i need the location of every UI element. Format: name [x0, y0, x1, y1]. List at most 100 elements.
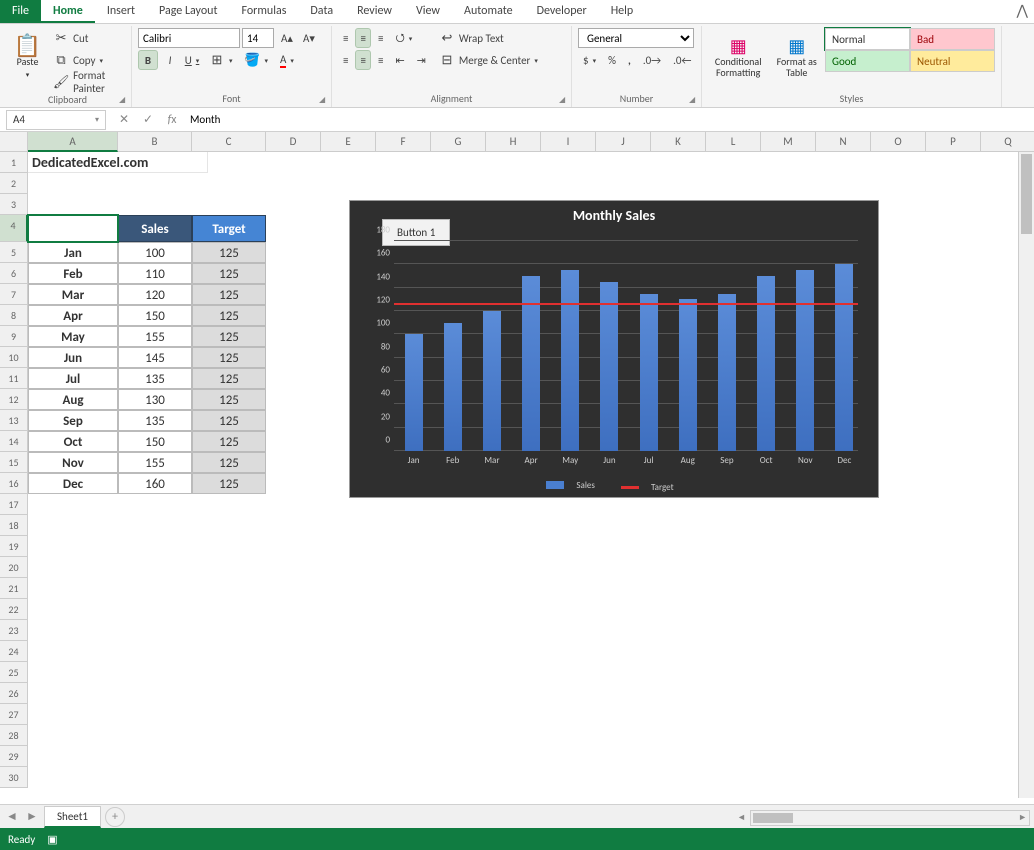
cell-B14[interactable]: 150: [118, 431, 192, 452]
wrap-text-button[interactable]: ↩Wrap Text: [434, 28, 543, 48]
sheet-tab[interactable]: Sheet1: [44, 806, 101, 828]
cell-A11[interactable]: Jul: [28, 368, 118, 389]
target-line[interactable]: [394, 303, 858, 305]
cell-B9[interactable]: 155: [118, 326, 192, 347]
tab-developer[interactable]: Developer: [525, 0, 599, 23]
increase-font-button[interactable]: A▴: [276, 28, 296, 48]
cell-A13[interactable]: Sep: [28, 410, 118, 431]
increase-decimal-button[interactable]: .0→: [638, 50, 666, 70]
copy-button[interactable]: ⧉Copy▾: [48, 50, 125, 70]
style-normal[interactable]: Normal: [825, 28, 910, 50]
cell-C15[interactable]: 125: [192, 452, 266, 473]
cell-C13[interactable]: 125: [192, 410, 266, 431]
row-header-12[interactable]: 12: [0, 389, 28, 410]
cell-B5[interactable]: 100: [118, 242, 192, 263]
cell-B13[interactable]: 135: [118, 410, 192, 431]
conditional-formatting-button[interactable]: ▦ Conditional Formatting: [708, 28, 768, 88]
bar-Feb[interactable]: [444, 323, 462, 451]
row-header-13[interactable]: 13: [0, 410, 28, 431]
row-header-11[interactable]: 11: [0, 368, 28, 389]
col-header-I[interactable]: I: [541, 132, 596, 152]
bar-Sep[interactable]: [718, 294, 736, 452]
cell-B4[interactable]: Sales: [118, 215, 192, 242]
row-header-20[interactable]: 20: [0, 557, 28, 578]
sheet-nav-next[interactable]: ►: [24, 809, 40, 824]
bold-button[interactable]: B: [138, 50, 158, 70]
tab-page-layout[interactable]: Page Layout: [147, 0, 229, 23]
formula-input[interactable]: [184, 110, 1034, 130]
percent-button[interactable]: %: [603, 50, 621, 70]
number-format-select[interactable]: General: [578, 28, 694, 48]
cell-C5[interactable]: 125: [192, 242, 266, 263]
bar-Jul[interactable]: [640, 294, 658, 452]
row-header-4[interactable]: 4: [0, 215, 28, 242]
row-header-29[interactable]: 29: [0, 746, 28, 767]
cell-A10[interactable]: Jun: [28, 347, 118, 368]
font-name-select[interactable]: [138, 28, 240, 48]
row-header-23[interactable]: 23: [0, 620, 28, 641]
cell-A1[interactable]: DedicatedExcel.com: [28, 152, 208, 173]
row-header-26[interactable]: 26: [0, 683, 28, 704]
col-header-P[interactable]: P: [926, 132, 981, 152]
decrease-decimal-button[interactable]: .0←: [668, 50, 696, 70]
row-header-7[interactable]: 7: [0, 284, 28, 305]
row-header-27[interactable]: 27: [0, 704, 28, 725]
style-good[interactable]: Good: [825, 50, 910, 72]
row-header-16[interactable]: 16: [0, 473, 28, 494]
border-button[interactable]: ⊞▾: [204, 50, 238, 70]
bar-Jun[interactable]: [600, 282, 618, 451]
bar-Nov[interactable]: [796, 270, 814, 451]
increase-indent-button[interactable]: ⇥: [412, 50, 431, 70]
col-header-K[interactable]: K: [651, 132, 706, 152]
row-header-1[interactable]: 1: [0, 152, 28, 173]
cell-B10[interactable]: 145: [118, 347, 192, 368]
row-header-30[interactable]: 30: [0, 767, 28, 788]
col-header-Q[interactable]: Q: [981, 132, 1034, 152]
col-header-B[interactable]: B: [118, 132, 192, 152]
formula-cancel-button[interactable]: ✕: [112, 112, 136, 127]
cell-A14[interactable]: Oct: [28, 431, 118, 452]
col-header-F[interactable]: F: [376, 132, 431, 152]
row-header-8[interactable]: 8: [0, 305, 28, 326]
orientation-button[interactable]: ⭯▾: [390, 28, 417, 48]
tab-view[interactable]: View: [404, 0, 452, 23]
align-center-button[interactable]: ≡: [355, 50, 370, 70]
cell-A8[interactable]: Apr: [28, 305, 118, 326]
decrease-font-button[interactable]: A▾: [298, 28, 318, 48]
row-header-28[interactable]: 28: [0, 725, 28, 746]
align-left-button[interactable]: ≡: [338, 50, 353, 70]
number-launcher[interactable]: ◢: [689, 95, 699, 105]
col-header-C[interactable]: C: [192, 132, 266, 152]
cell-B11[interactable]: 135: [118, 368, 192, 389]
cell-C7[interactable]: 125: [192, 284, 266, 305]
col-header-O[interactable]: O: [871, 132, 926, 152]
tab-file[interactable]: File: [0, 0, 41, 23]
cell-B7[interactable]: 120: [118, 284, 192, 305]
cell-A5[interactable]: Jan: [28, 242, 118, 263]
cell-B8[interactable]: 150: [118, 305, 192, 326]
macro-record-icon[interactable]: ▣: [47, 833, 57, 846]
cut-button[interactable]: ✂Cut: [48, 28, 125, 48]
bar-Mar[interactable]: [483, 311, 501, 451]
currency-button[interactable]: $▾: [578, 50, 601, 70]
format-painter-button[interactable]: 🖌Format Painter: [48, 72, 125, 92]
row-header-3[interactable]: 3: [0, 194, 28, 215]
row-header-17[interactable]: 17: [0, 494, 28, 515]
merge-center-button[interactable]: ⊟Merge & Center▾: [434, 50, 543, 70]
row-header-6[interactable]: 6: [0, 263, 28, 284]
cell-A15[interactable]: Nov: [28, 452, 118, 473]
vertical-scrollbar[interactable]: [1018, 152, 1034, 798]
cell-C4[interactable]: Target: [192, 215, 266, 242]
insert-function-button[interactable]: fx: [160, 113, 184, 127]
cell-C11[interactable]: 125: [192, 368, 266, 389]
tab-home[interactable]: Home: [41, 0, 95, 23]
cell-B16[interactable]: 160: [118, 473, 192, 494]
cell-C6[interactable]: 125: [192, 263, 266, 284]
bar-May[interactable]: [561, 270, 579, 451]
col-header-D[interactable]: D: [266, 132, 321, 152]
col-header-L[interactable]: L: [706, 132, 761, 152]
col-header-G[interactable]: G: [431, 132, 486, 152]
col-header-M[interactable]: M: [761, 132, 816, 152]
horizontal-scrollbar[interactable]: ◄►: [750, 810, 1030, 826]
font-color-button[interactable]: A▾: [275, 50, 299, 70]
